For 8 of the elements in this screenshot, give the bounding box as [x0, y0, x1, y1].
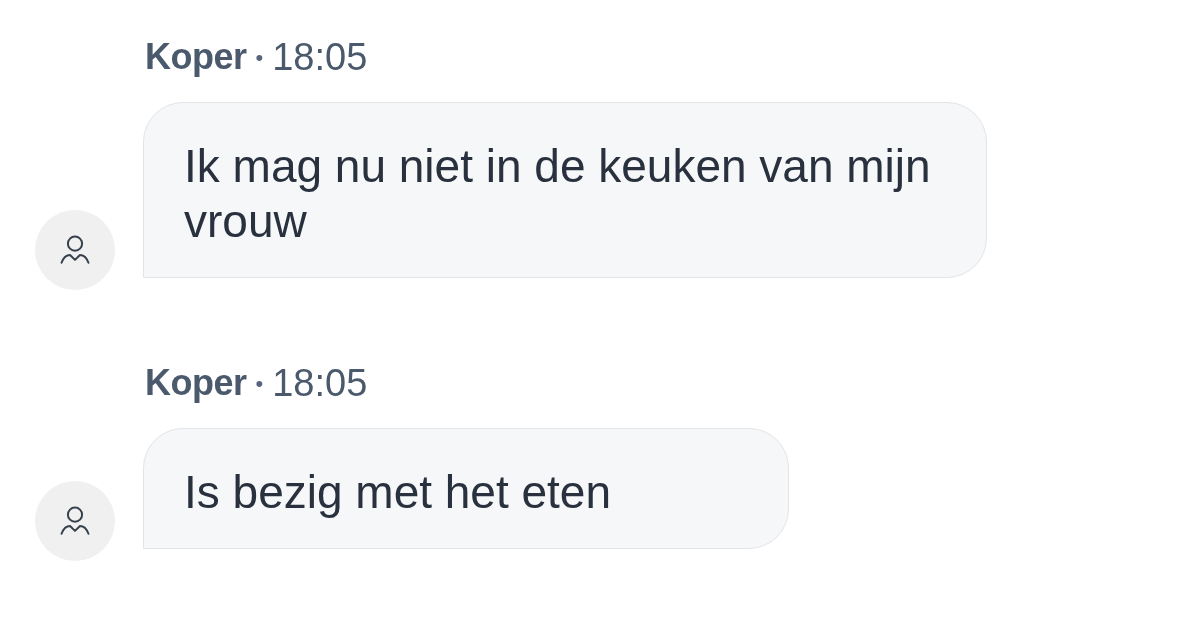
- sender-name: Koper: [145, 35, 247, 79]
- message-time: 18:05: [272, 360, 368, 406]
- message-bubble: Ik mag nu niet in de keuken van mijn vrouw: [143, 102, 987, 278]
- bullet-separator: •: [255, 369, 264, 398]
- sender-name: Koper: [145, 361, 247, 405]
- message-time: 18:05: [272, 34, 368, 80]
- message-bubble: Is bezig met het eten: [143, 428, 789, 549]
- bullet-separator: •: [255, 43, 264, 72]
